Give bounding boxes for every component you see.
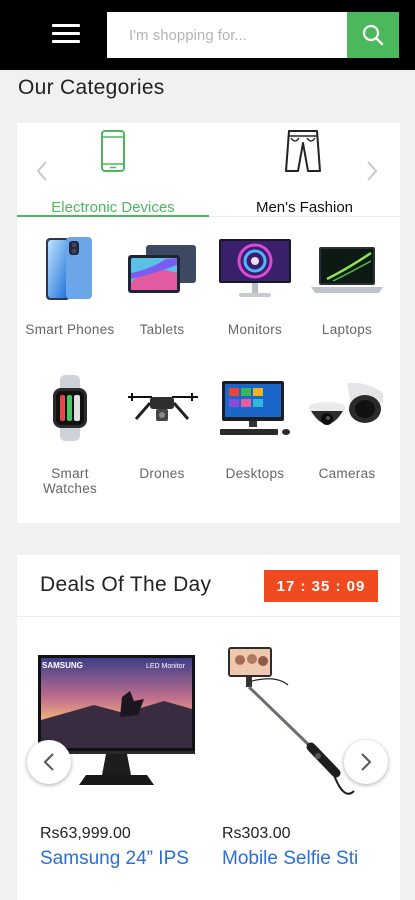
- search-button[interactable]: [347, 12, 399, 58]
- category-label: Desktops: [225, 466, 285, 481]
- tablet-image: [128, 245, 196, 293]
- category-label: Drones: [139, 466, 185, 481]
- search-input[interactable]: [107, 12, 347, 58]
- categories-title: Our Categories: [18, 76, 165, 99]
- chevron-right-icon: [361, 753, 372, 771]
- deals-card: Deals Of The Day 17 : 35 : 09 SAMSUNG LE…: [17, 555, 400, 900]
- product-price: Rs303.00: [222, 825, 291, 842]
- drone-image: [128, 393, 198, 421]
- tab-mens-fashion[interactable]: Men's Fashion: [209, 123, 400, 217]
- search-icon: [362, 24, 384, 46]
- countdown-timer: 17 : 35 : 09: [264, 570, 378, 602]
- deals-header: Deals Of The Day 17 : 35 : 09: [17, 555, 400, 617]
- cctv-camera-image: [309, 382, 383, 425]
- tab-label: Men's Fashion: [255, 199, 354, 216]
- category-tablets[interactable]: Tablets: [117, 233, 207, 358]
- product-name[interactable]: Samsung 24” IPS: [40, 848, 198, 870]
- category-drones[interactable]: Drones: [117, 373, 207, 503]
- monitor-image: [219, 239, 291, 297]
- trousers-icon: [285, 130, 321, 172]
- smartphone-icon: [101, 130, 125, 172]
- product-price: Rs63,999.00: [40, 825, 131, 842]
- top-bar: [0, 0, 415, 70]
- category-cameras[interactable]: Cameras: [302, 373, 392, 503]
- category-smart-watches[interactable]: Smart Watches: [25, 373, 115, 503]
- category-label: Smart Phones: [25, 322, 115, 337]
- desktop-image: [220, 381, 290, 435]
- categories-card: Electronic Devices Men's Fashion Smart P…: [17, 123, 400, 523]
- product-name[interactable]: Mobile Selfie Sti: [222, 848, 380, 870]
- category-monitors[interactable]: Monitors: [210, 233, 300, 358]
- category-label: Monitors: [227, 322, 283, 337]
- category-laptops[interactable]: Laptops: [302, 233, 392, 358]
- category-label: Laptops: [321, 322, 373, 337]
- category-label: Cameras: [318, 466, 376, 481]
- category-label: Tablets: [139, 322, 185, 337]
- tab-electronic-devices[interactable]: Electronic Devices: [17, 123, 209, 217]
- brand-text: SAMSUNG: [42, 661, 83, 670]
- badge-text: LED Monitor: [146, 663, 186, 670]
- deals-prev-button[interactable]: [27, 740, 71, 784]
- chevron-left-icon: [43, 753, 54, 771]
- category-smart-phones[interactable]: Smart Phones: [25, 233, 115, 358]
- deals-next-button[interactable]: [344, 740, 388, 784]
- tab-label: Electronic Devices: [51, 199, 175, 216]
- category-desktops[interactable]: Desktops: [210, 373, 300, 503]
- smartphone-image: [46, 237, 92, 300]
- category-label: Smart Watches: [42, 466, 98, 496]
- smartwatch-image: [53, 375, 87, 441]
- laptop-image: [311, 247, 383, 293]
- deals-title: Deals Of The Day: [40, 573, 212, 596]
- hamburger-menu-icon[interactable]: [52, 22, 82, 46]
